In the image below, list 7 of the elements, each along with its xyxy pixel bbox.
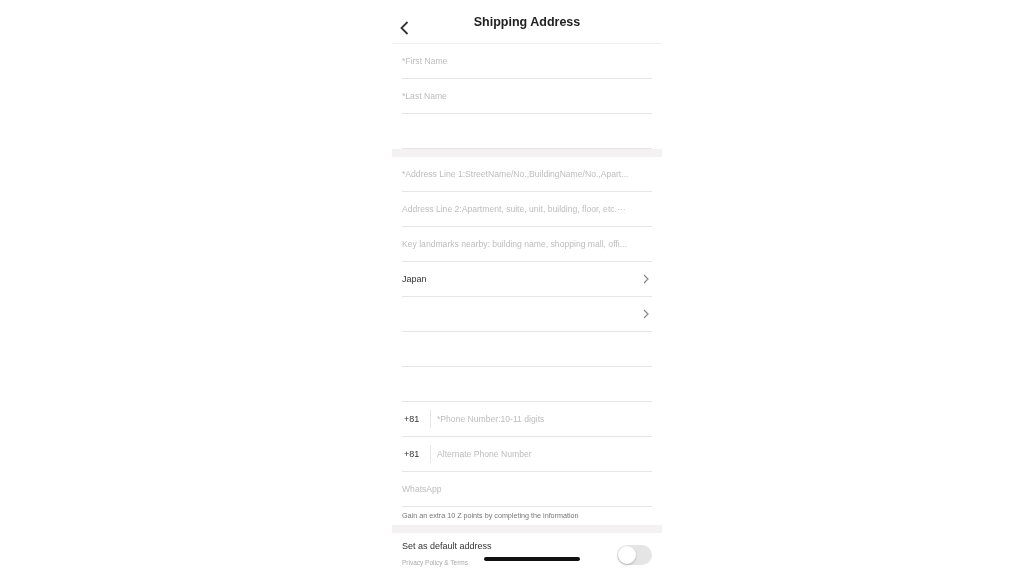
select-field[interactable]: Japan bbox=[402, 262, 652, 297]
chevron-icon bbox=[643, 309, 649, 319]
toggle-switch[interactable] bbox=[617, 545, 652, 565]
chevron-icon bbox=[643, 274, 649, 284]
default-address-label: Set as default address bbox=[402, 541, 492, 551]
page-title: Shipping Address bbox=[473, 14, 581, 29]
back-icon[interactable] bbox=[400, 21, 409, 35]
